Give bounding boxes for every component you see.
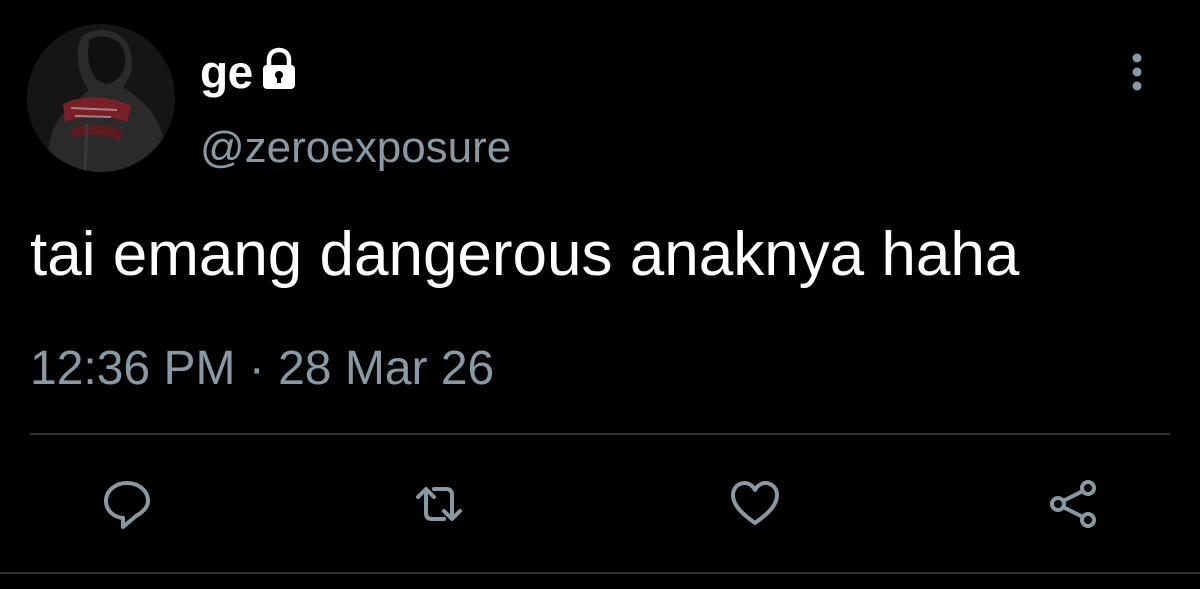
user-handle[interactable]: @zeroexposure <box>200 126 511 170</box>
more-vertical-icon[interactable] <box>1122 50 1152 94</box>
lock-icon <box>259 47 299 91</box>
like-button[interactable] <box>725 474 785 534</box>
display-name[interactable]: ge <box>200 49 253 95</box>
bottom-divider <box>0 572 1200 574</box>
display-name-row[interactable]: ge <box>200 42 299 102</box>
avatar[interactable] <box>27 24 175 172</box>
reply-button[interactable] <box>97 474 157 534</box>
share-button[interactable] <box>1043 474 1103 534</box>
divider <box>30 433 1170 435</box>
retweet-icon <box>416 487 462 521</box>
retweet-button[interactable] <box>409 474 469 534</box>
heart-icon <box>731 481 779 525</box>
tweet-timestamp[interactable]: 12:36 PM · 28 Mar 26 <box>30 345 494 393</box>
tweet-card: ge @zeroexposure tai emang dangerous ana… <box>0 0 1200 589</box>
reply-icon <box>104 481 150 529</box>
tweet-text: tai emang dangerous anaknya haha <box>30 220 1020 289</box>
avatar-image <box>27 24 175 172</box>
share-icon <box>1050 480 1096 528</box>
